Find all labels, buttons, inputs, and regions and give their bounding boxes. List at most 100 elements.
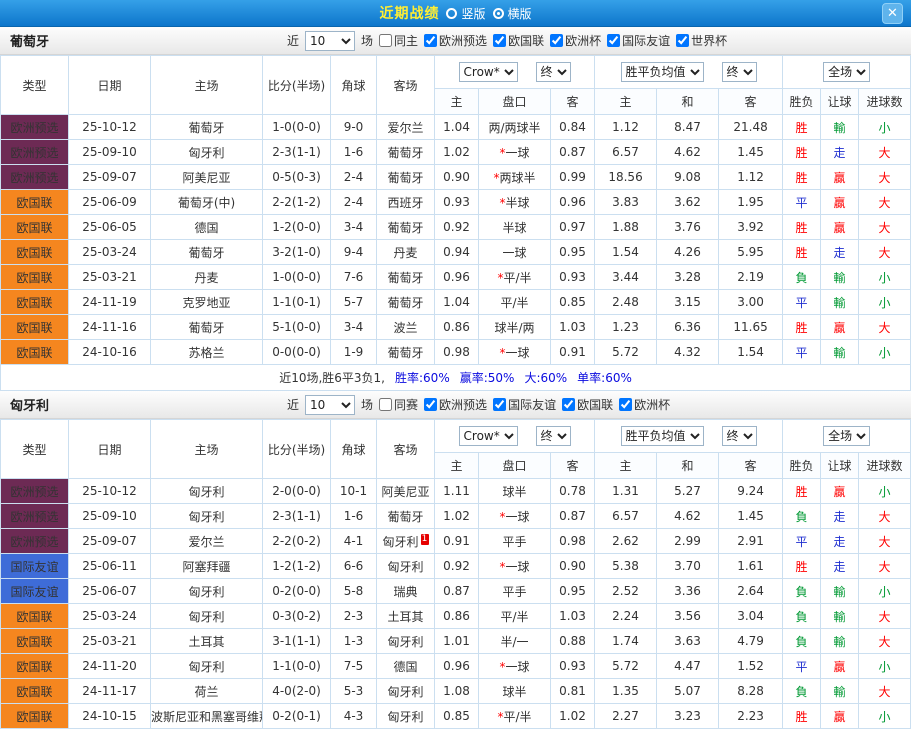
result-cell: 平 [783,529,821,554]
away-odds-cell: 0.90 [551,554,595,579]
red-card-badge: 1 [421,534,429,545]
league-filter-checkbox[interactable]: 国际友谊 [493,396,556,413]
avg-away-cell: 3.04 [719,604,783,629]
title-bar-center: 近期战绩 竖版 横版 [379,3,531,23]
recent-count-select[interactable]: 10 [305,395,355,415]
team-section: 匈牙利近10场同赛欧洲预选国际友谊欧国联欧洲杯类型日期主场比分(半场)角球客场C… [0,391,911,729]
view-option-vertical[interactable]: 竖版 [446,5,485,22]
avg-draw-cell: 4.62 [657,140,719,165]
checkbox-input[interactable] [562,398,575,411]
league-cell: 欧国联 [1,265,69,290]
league-filter-checkbox[interactable]: 欧洲预选 [424,396,487,413]
away-odds-cell: 1.03 [551,604,595,629]
avg-draw-cell: 3.76 [657,215,719,240]
col-header-goals: 进球数 [859,89,911,115]
checkbox-input[interactable] [493,34,506,47]
checkbox-label: 欧洲杯 [634,396,670,413]
home-team-cell: 波斯尼亚和黑塞哥维那 [151,704,263,729]
avg-away-cell: 1.12 [719,165,783,190]
score-cell: 1-1(0-1) [263,290,331,315]
goals-cell: 大 [859,165,911,190]
home-odds-cell: 0.86 [435,315,479,340]
col-header-corners: 角球 [331,56,377,115]
result-cell: 平 [783,290,821,315]
result-cell: 胜 [783,140,821,165]
table-row: 欧洲预选25-09-07爱尔兰2-2(0-2)4-1匈牙利10.91平手0.98… [1,529,911,554]
checkbox-input[interactable] [379,398,392,411]
odds-source-select[interactable]: Crow* [459,426,518,446]
goals-cell: 小 [859,579,911,604]
home-odds-cell: 0.93 [435,190,479,215]
final-odds-select[interactable]: 终 [536,426,571,446]
away-team-cell: 葡萄牙 [377,165,435,190]
home-team-cell: 葡萄牙 [151,315,263,340]
league-filter-checkbox[interactable]: 国际友谊 [607,32,670,49]
checkbox-input[interactable] [493,398,506,411]
goals-cell: 大 [859,604,911,629]
league-cell: 欧洲预选 [1,529,69,554]
final-avg-select[interactable]: 终 [722,62,757,82]
league-cell: 欧洲预选 [1,504,69,529]
recent-prefix-label: 近 [287,32,299,49]
checkbox-input[interactable] [607,34,620,47]
score-cell: 5-1(0-0) [263,315,331,340]
league-cell: 欧洲预选 [1,479,69,504]
league-filter-checkbox[interactable]: 欧国联 [493,32,544,49]
col-header-type: 类型 [1,420,69,479]
home-odds-cell: 1.11 [435,479,479,504]
scope-select[interactable]: 全场 [823,62,870,82]
avg-away-cell: 1.45 [719,504,783,529]
col-header-home: 主场 [151,56,263,115]
header-row-groups: 类型日期主场比分(半场)角球客场Crow*终胜平负均值终全场 [1,56,911,89]
away-team-cell: 匈牙利 [377,554,435,579]
home-odds-cell: 0.96 [435,654,479,679]
table-row: 欧国联24-10-15波斯尼亚和黑塞哥维那0-2(0-1)4-3匈牙利0.85*… [1,704,911,729]
scope-select[interactable]: 全场 [823,426,870,446]
corners-cell: 2-4 [331,165,377,190]
away-give-asterisk: * [497,710,503,724]
close-button[interactable]: ✕ [882,3,903,24]
league-filter-checkbox[interactable]: 欧国联 [562,396,613,413]
table-row: 欧洲预选25-09-07阿美尼亚0-5(0-3)2-4葡萄牙0.90*两球半0.… [1,165,911,190]
avg-draw-cell: 4.62 [657,504,719,529]
final-odds-select[interactable]: 终 [536,62,571,82]
result-cell: 負 [783,504,821,529]
away-give-asterisk: * [497,271,503,285]
page-title: 近期战绩 [379,3,439,23]
same-filter-checkbox[interactable]: 同主 [379,32,418,49]
handicap-result-cell: 走 [821,529,859,554]
checkbox-input[interactable] [550,34,563,47]
avg-home-cell: 1.12 [595,115,657,140]
league-cell: 欧国联 [1,315,69,340]
avg-type-select[interactable]: 胜平负均值 [621,62,704,82]
final-avg-select[interactable]: 终 [722,426,757,446]
avg-home-cell: 2.24 [595,604,657,629]
league-filter-checkbox[interactable]: 世界杯 [676,32,727,49]
table-row: 欧国联25-03-21丹麦1-0(0-0)7-6葡萄牙0.96*平/半0.933… [1,265,911,290]
away-odds-cell: 0.81 [551,679,595,704]
avg-home-cell: 3.44 [595,265,657,290]
league-filter-checkbox[interactable]: 欧洲杯 [619,396,670,413]
away-odds-cell: 0.97 [551,215,595,240]
section-header: 匈牙利近10场同赛欧洲预选国际友谊欧国联欧洲杯 [0,391,911,419]
table-row: 欧国联25-03-24匈牙利0-3(0-2)2-3土耳其0.86平/半1.032… [1,604,911,629]
checkbox-input[interactable] [424,34,437,47]
goals-cell: 小 [859,704,911,729]
recent-count-select[interactable]: 10 [305,31,355,51]
odds-source-select[interactable]: Crow* [459,62,518,82]
avg-away-cell: 5.95 [719,240,783,265]
checkbox-input[interactable] [619,398,632,411]
avg-type-select[interactable]: 胜平负均值 [621,426,704,446]
goals-cell: 小 [859,265,911,290]
checkbox-input[interactable] [676,34,689,47]
checkbox-input[interactable] [379,34,392,47]
checkbox-label: 世界杯 [691,32,727,49]
league-filter-checkbox[interactable]: 欧洲预选 [424,32,487,49]
view-option-horizontal[interactable]: 横版 [493,5,532,22]
checkbox-input[interactable] [424,398,437,411]
odds-group-header: Crow* 终 [435,56,595,89]
same-filter-checkbox[interactable]: 同赛 [379,396,418,413]
result-cell: 負 [783,604,821,629]
league-filter-checkbox[interactable]: 欧洲杯 [550,32,601,49]
handicap-cell: *平/半 [479,704,551,729]
